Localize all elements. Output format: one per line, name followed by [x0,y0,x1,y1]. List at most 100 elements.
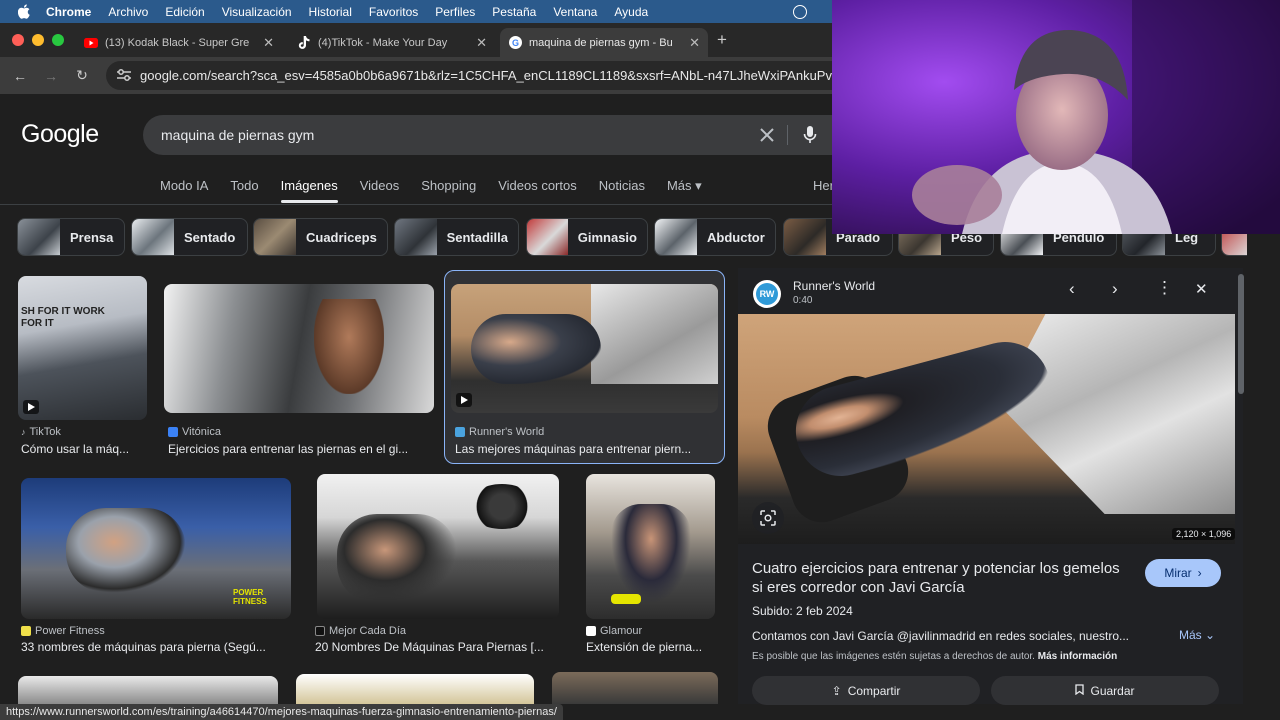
chip-label: Prensa [70,229,114,245]
menu-ventana[interactable]: Ventana [553,5,597,19]
menu-pestana[interactable]: Pestaña [492,5,536,19]
zoom-window-button[interactable] [52,34,64,46]
close-tab-icon[interactable]: ✕ [689,35,700,51]
result-thumbnail[interactable] [451,284,718,413]
image-result[interactable]: Glamour Extensión de pierna... [586,474,721,654]
menu-visualizacion[interactable]: Visualización [222,5,292,19]
chip-label: Sentado [184,229,236,245]
tab-tiktok[interactable]: (4)TikTok - Make Your Day ✕ [289,28,495,57]
reload-icon[interactable]: ↻ [71,67,93,84]
menu-chrome[interactable]: Chrome [46,5,91,19]
panel-title[interactable]: Cuatro ejercicios para entrenar y potenc… [752,559,1132,597]
lens-search-icon[interactable] [752,502,784,534]
close-tab-icon[interactable]: ✕ [263,35,274,51]
tab-modo-ia[interactable]: Modo IA [160,178,208,204]
tab-videos-cortos[interactable]: Videos cortos [498,178,577,204]
tab-mas[interactable]: Más ▾ [667,178,702,204]
chip-prensa[interactable]: Prensa [17,218,125,256]
clear-search-icon[interactable] [757,125,777,150]
result-title[interactable]: 33 nombres de máquinas para pierna (Segú… [21,640,291,654]
result-source: Mejor Cada Día [329,625,407,637]
menu-favoritos[interactable]: Favoritos [369,5,418,19]
share-label: Compartir [847,683,901,698]
search-input[interactable]: maquina de piernas gym [161,127,314,143]
image-result-partial[interactable] [296,674,534,704]
menu-ayuda[interactable]: Ayuda [614,5,648,19]
svg-text:G: G [511,38,518,48]
search-nav-tabs: Modo IA Todo Imágenes Videos Shopping Vi… [160,178,724,204]
result-source: Power Fitness [35,625,105,637]
source-avatar[interactable]: RW [753,280,781,308]
result-thumbnail[interactable] [586,474,715,619]
result-source: Vitónica [182,426,221,438]
google-icon: G [508,36,522,50]
image-result[interactable]: SH FOR IT WORK FOR IT ♪ TikTok Cómo usar… [18,276,148,456]
apple-icon[interactable] [16,4,32,19]
result-title[interactable]: 20 Nombres De Máquinas Para Piernas [... [315,640,563,654]
close-window-button[interactable] [12,34,24,46]
address-bar[interactable]: google.com/search?sca_esv=4585a0b0b6a967… [106,61,846,90]
chip-cuadriceps[interactable]: Cuadriceps [253,218,388,256]
chevron-right-icon[interactable]: › [1112,279,1118,299]
close-panel-icon[interactable]: ✕ [1195,280,1208,298]
result-title[interactable]: Ejercicios para entrenar las piernas en … [168,442,433,456]
result-thumbnail[interactable]: POWER FITNESS [21,478,291,619]
close-tab-icon[interactable]: ✕ [476,35,487,51]
more-options-icon[interactable]: ⋮ [1156,278,1173,298]
image-result[interactable]: POWER FITNESS Power Fitness 33 nombres d… [21,474,293,654]
chip-abductor[interactable]: Abductor [654,218,776,256]
menu-historial[interactable]: Historial [309,5,352,19]
tab-noticias[interactable]: Noticias [599,178,645,204]
herramientas-button[interactable]: Her [813,178,834,193]
minimize-window-button[interactable] [32,34,44,46]
more-description-button[interactable]: Más ⌄ [1179,628,1215,642]
athlete-figure [471,314,601,384]
image-result-partial[interactable] [552,672,718,704]
tab-youtube[interactable]: (13) Kodak Black - Super Gre ✕ [76,28,282,57]
status-bar-url: https://www.runnersworld.com/es/training… [0,704,563,720]
google-logo[interactable]: Google [21,120,99,149]
search-box[interactable]: maquina de piernas gym [143,115,833,155]
forward-icon[interactable]: → [40,68,62,84]
result-title[interactable]: Extensión de pierna... [586,640,716,654]
more-info-link[interactable]: Más información [1038,651,1117,662]
panel-scrollbar[interactable] [1238,274,1244,394]
result-title[interactable]: Cómo usar la máq... [21,442,146,456]
chip-gimnasio[interactable]: Gimnasio [526,218,648,256]
chevron-left-icon[interactable]: ‹ [1069,279,1075,299]
site-info-icon[interactable] [116,68,132,85]
image-result-partial[interactable] [18,676,278,704]
preview-image[interactable] [738,314,1235,544]
new-tab-button[interactable]: + [717,30,727,50]
chip-sentado[interactable]: Sentado [131,218,248,256]
result-thumbnail[interactable]: SH FOR IT WORK FOR IT [18,276,147,420]
image-result[interactable]: Vitónica Ejercicios para entrenar las pi… [164,276,436,456]
result-thumbnail[interactable] [164,284,434,413]
microphone-icon[interactable] [803,125,817,150]
result-thumbnail[interactable] [317,474,559,619]
power-fitness-icon [21,626,31,636]
tab-todo[interactable]: Todo [230,178,258,204]
tab-videos[interactable]: Videos [360,178,400,204]
chip-sentadilla[interactable]: Sentadilla [394,218,519,256]
menu-archivo[interactable]: Archivo [108,5,148,19]
source-name[interactable]: Runner's World [793,279,875,293]
image-result[interactable]: Mejor Cada Día 20 Nombres De Máquinas Pa… [315,474,565,654]
save-button[interactable]: Guardar [991,676,1219,705]
tab-imagenes[interactable]: Imágenes [280,178,338,204]
chip-thumbnail [132,219,174,255]
back-icon[interactable]: ← [9,68,31,84]
share-button[interactable]: ⇪ Compartir [752,676,980,705]
tab-shopping[interactable]: Shopping [421,178,476,204]
webcam-overlay [832,0,1280,234]
menu-edicion[interactable]: Edición [165,5,204,19]
result-title[interactable]: Las mejores máquinas para entrenar piern… [455,442,717,456]
image-result-selected[interactable]: Runner's World Las mejores máquinas para… [451,276,719,456]
play-icon [456,393,472,407]
tab-google-search[interactable]: G maquina de piernas gym - Bu ✕ [500,28,708,57]
mirar-button[interactable]: Mirar › [1145,559,1221,587]
menu-perfiles[interactable]: Perfiles [435,5,475,19]
control-center-icon[interactable] [793,5,807,19]
chip-label: Sentadilla [446,229,508,245]
chip-thumbnail [784,219,826,255]
